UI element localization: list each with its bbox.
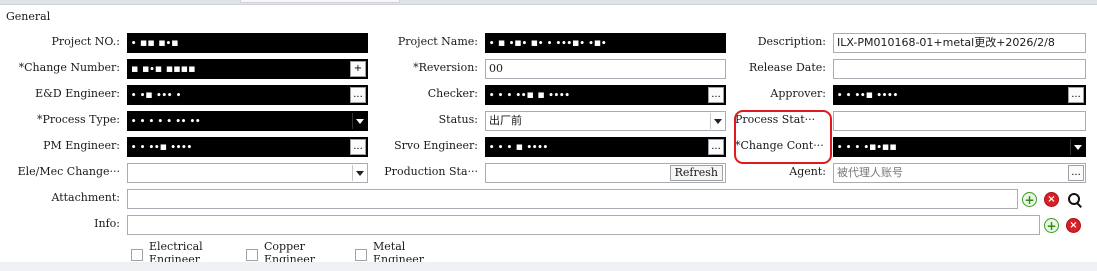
srvo-engineer-value: ∙ ∙ ∙ ▪ ∙∙∙∙ (489, 140, 549, 153)
status-value: 出厂前 (489, 114, 522, 127)
label-release-date: Release Date: (748, 61, 826, 74)
approver-ellipsis-button[interactable]: ... (1068, 87, 1084, 103)
attachment-add-icon[interactable]: + (1022, 192, 1037, 207)
pm-engineer-field[interactable]: ∙ ∙ ∙∙▪ ∙∙∙∙ ... (127, 137, 368, 157)
label-process-status: Process Stat··· (735, 113, 816, 126)
label-reversion: *Reversion: (413, 61, 478, 74)
reversion-field[interactable]: 00 (485, 59, 726, 79)
agent-field[interactable]: 被代理人账号 ... (833, 163, 1086, 183)
chevron-down-icon[interactable] (710, 113, 724, 129)
agent-ellipsis-button[interactable]: ... (1068, 165, 1084, 181)
change-number-value: ▪ ▪∙▪ ▪▪▪▪ (131, 62, 196, 75)
window-tab[interactable] (240, 0, 400, 3)
agent-placeholder: 被代理人账号 (837, 166, 903, 179)
approver-field[interactable]: ∙ ∙ ∙∙▪ ∙∙∙∙ ... (833, 85, 1086, 105)
process-status-field[interactable] (833, 111, 1086, 131)
project-name-field[interactable]: ∙ ▪ ∙▪∙ ▪∙ ∙ ∙∙∙▪∙ ∙▪∙ (485, 33, 726, 53)
label-change-content: *Change Cont··· (735, 139, 824, 152)
checkbox-box[interactable] (131, 249, 143, 261)
description-value: ILX-PM010168-01+metal更改+2026/2/8 (837, 36, 1055, 49)
change-number-field[interactable]: ▪ ▪∙▪ ▪▪▪▪ + (127, 59, 368, 79)
general-panel: General Project NO.: ∙ ▪▪ ▪∙▪ Project Na… (0, 4, 1097, 271)
search-icon[interactable] (1067, 192, 1083, 208)
project-no-value: ∙ ▪▪ ▪∙▪ (131, 36, 179, 49)
pm-engineer-ellipsis-button[interactable]: ... (350, 139, 366, 155)
process-type-value: ∙ ∙ ∙ ∙ ∙ ∙∙ ∙∙ (131, 114, 201, 127)
label-checker: Checker: (427, 87, 478, 100)
label-attachment: Attachment: (51, 191, 120, 204)
label-project-no: Project NO.: (51, 35, 120, 48)
refresh-button[interactable]: Refresh (669, 165, 723, 181)
info-field[interactable] (127, 215, 1040, 235)
ed-engineer-ellipsis-button[interactable]: ... (350, 87, 366, 103)
chevron-down-icon[interactable] (352, 113, 366, 129)
label-srvo-engineer: Srvo Engineer: (394, 139, 478, 152)
project-name-value: ∙ ▪ ∙▪∙ ▪∙ ∙ ∙∙∙▪∙ ∙▪∙ (489, 36, 607, 49)
label-pm-engineer: PM Engineer: (43, 139, 120, 152)
reversion-value: 00 (489, 62, 503, 75)
production-status-field[interactable]: Refresh (485, 163, 726, 183)
description-field[interactable]: ILX-PM010168-01+metal更改+2026/2/8 (833, 33, 1086, 53)
attachment-delete-icon[interactable]: × (1044, 192, 1059, 207)
bottom-strip (0, 262, 1097, 271)
label-ed-engineer: E&D Engineer: (35, 87, 120, 100)
pm-engineer-value: ∙ ∙ ∙∙▪ ∙∙∙∙ (131, 140, 193, 153)
ed-engineer-field[interactable]: ∙ ∙▪ ∙∙∙ ∙ ... (127, 85, 368, 105)
process-type-select[interactable]: ∙ ∙ ∙ ∙ ∙ ∙∙ ∙∙ (127, 111, 368, 131)
project-no-field[interactable]: ∙ ▪▪ ▪∙▪ (127, 33, 368, 53)
checkbox-box[interactable] (246, 249, 258, 261)
srvo-engineer-ellipsis-button[interactable]: ... (708, 139, 724, 155)
info-add-icon[interactable]: + (1044, 218, 1059, 233)
status-select[interactable]: 出厂前 (485, 111, 726, 131)
chevron-down-icon[interactable] (1070, 139, 1084, 155)
label-status: Status: (438, 113, 478, 126)
section-title: General (6, 10, 51, 23)
checker-value: ∙ ∙ ∙ ∙∙▪ ▪ ∙∙∙∙ (489, 88, 570, 101)
attachment-field[interactable] (127, 189, 1018, 209)
label-approver: Approver: (770, 87, 826, 100)
label-project-name: Project Name: (397, 35, 478, 48)
label-production-status: Production Sta··· (384, 165, 478, 178)
srvo-engineer-field[interactable]: ∙ ∙ ∙ ▪ ∙∙∙∙ ... (485, 137, 726, 157)
ed-engineer-value: ∙ ∙▪ ∙∙∙ ∙ (131, 88, 182, 101)
info-delete-icon[interactable]: × (1066, 218, 1081, 233)
ele-mec-change-select[interactable] (127, 163, 368, 183)
checkbox-box[interactable] (355, 249, 367, 261)
label-ele-mec-change: Ele/Mec Change··· (17, 165, 120, 178)
change-number-add-button[interactable]: + (350, 61, 366, 77)
change-content-select[interactable]: ∙ ∙ ∙ ∙▪∙▪▪ (833, 137, 1086, 157)
label-info: Info: (94, 217, 120, 230)
checker-ellipsis-button[interactable]: ... (708, 87, 724, 103)
change-content-value: ∙ ∙ ∙ ∙▪∙▪▪ (837, 140, 897, 153)
label-process-type: *Process Type: (36, 113, 120, 126)
label-agent: Agent: (789, 165, 826, 178)
label-description: Description: (757, 35, 826, 48)
checker-field[interactable]: ∙ ∙ ∙ ∙∙▪ ▪ ∙∙∙∙ ... (485, 85, 726, 105)
release-date-field[interactable] (833, 59, 1086, 79)
label-change-number: *Change Number: (18, 61, 120, 74)
chevron-down-icon[interactable] (352, 165, 366, 181)
approver-value: ∙ ∙ ∙∙▪ ∙∙∙∙ (837, 88, 899, 101)
